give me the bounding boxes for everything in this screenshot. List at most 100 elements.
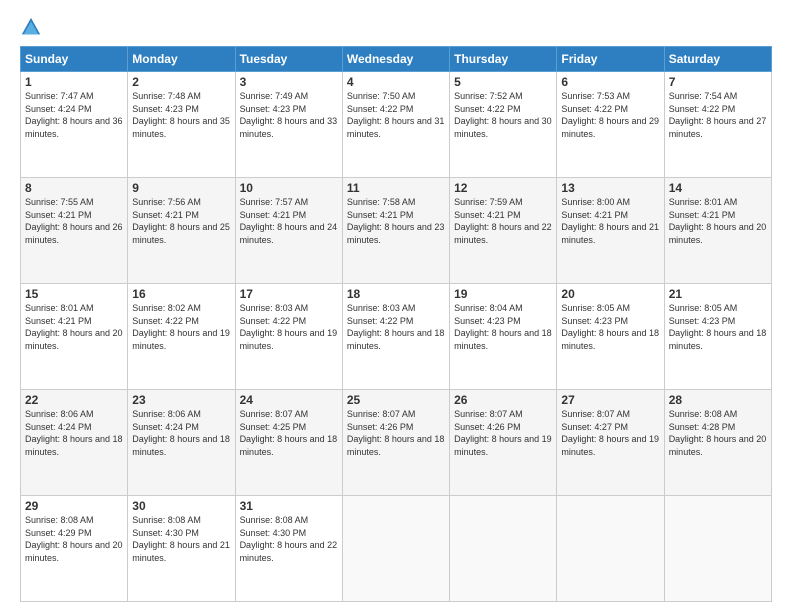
day-info: Sunrise: 7:49 AMSunset: 4:23 PMDaylight:… [240, 91, 338, 139]
calendar-cell: 14 Sunrise: 8:01 AMSunset: 4:21 PMDayligh… [664, 178, 771, 284]
day-info: Sunrise: 7:57 AMSunset: 4:21 PMDaylight:… [240, 197, 338, 245]
calendar-cell: 22 Sunrise: 8:06 AMSunset: 4:24 PMDayligh… [21, 390, 128, 496]
day-info: Sunrise: 8:08 AMSunset: 4:29 PMDaylight:… [25, 515, 123, 563]
day-number: 9 [132, 181, 230, 195]
day-number: 29 [25, 499, 123, 513]
calendar-header: SundayMondayTuesdayWednesdayThursdayFrid… [21, 47, 772, 72]
day-info: Sunrise: 8:01 AMSunset: 4:21 PMDaylight:… [25, 303, 123, 351]
day-number: 28 [669, 393, 767, 407]
calendar-cell: 18 Sunrise: 8:03 AMSunset: 4:22 PMDayligh… [342, 284, 449, 390]
day-info: Sunrise: 8:08 AMSunset: 4:30 PMDaylight:… [240, 515, 338, 563]
calendar-week-3: 15 Sunrise: 8:01 AMSunset: 4:21 PMDayligh… [21, 284, 772, 390]
weekday-header-sunday: Sunday [21, 47, 128, 72]
day-info: Sunrise: 8:03 AMSunset: 4:22 PMDaylight:… [347, 303, 445, 351]
day-number: 16 [132, 287, 230, 301]
header [20, 16, 772, 38]
calendar-week-5: 29 Sunrise: 8:08 AMSunset: 4:29 PMDayligh… [21, 496, 772, 602]
calendar-cell: 16 Sunrise: 8:02 AMSunset: 4:22 PMDayligh… [128, 284, 235, 390]
calendar-cell: 23 Sunrise: 8:06 AMSunset: 4:24 PMDayligh… [128, 390, 235, 496]
day-info: Sunrise: 7:56 AMSunset: 4:21 PMDaylight:… [132, 197, 230, 245]
day-number: 1 [25, 75, 123, 89]
day-number: 5 [454, 75, 552, 89]
day-info: Sunrise: 8:03 AMSunset: 4:22 PMDaylight:… [240, 303, 338, 351]
day-info: Sunrise: 8:07 AMSunset: 4:27 PMDaylight:… [561, 409, 659, 457]
page: SundayMondayTuesdayWednesdayThursdayFrid… [0, 0, 792, 612]
calendar-cell: 2Sunrise: 7:48 AMSunset: 4:23 PMDaylight… [128, 72, 235, 178]
calendar-body: 1 Sunrise: 7:47 AMSunset: 4:24 PMDaylight… [21, 72, 772, 602]
day-number: 22 [25, 393, 123, 407]
day-number: 27 [561, 393, 659, 407]
day-number: 21 [669, 287, 767, 301]
calendar-cell [450, 496, 557, 602]
calendar-cell: 31 Sunrise: 8:08 AMSunset: 4:30 PMDayligh… [235, 496, 342, 602]
day-number: 19 [454, 287, 552, 301]
day-number: 20 [561, 287, 659, 301]
calendar-cell: 4Sunrise: 7:50 AMSunset: 4:22 PMDaylight… [342, 72, 449, 178]
day-number: 7 [669, 75, 767, 89]
day-number: 15 [25, 287, 123, 301]
calendar-cell: 28 Sunrise: 8:08 AMSunset: 4:28 PMDayligh… [664, 390, 771, 496]
day-number: 3 [240, 75, 338, 89]
day-number: 14 [669, 181, 767, 195]
day-info: Sunrise: 7:58 AMSunset: 4:21 PMDaylight:… [347, 197, 445, 245]
calendar-cell: 5 Sunrise: 7:52 AMSunset: 4:22 PMDaylight… [450, 72, 557, 178]
calendar-cell: 1 Sunrise: 7:47 AMSunset: 4:24 PMDaylight… [21, 72, 128, 178]
calendar-cell: 17 Sunrise: 8:03 AMSunset: 4:22 PMDayligh… [235, 284, 342, 390]
day-info: Sunrise: 8:07 AMSunset: 4:25 PMDaylight:… [240, 409, 338, 457]
day-info: Sunrise: 7:55 AMSunset: 4:21 PMDaylight:… [25, 197, 123, 245]
calendar-week-4: 22 Sunrise: 8:06 AMSunset: 4:24 PMDayligh… [21, 390, 772, 496]
weekday-header-wednesday: Wednesday [342, 47, 449, 72]
day-number: 17 [240, 287, 338, 301]
day-info: Sunrise: 8:02 AMSunset: 4:22 PMDaylight:… [132, 303, 230, 351]
logo [20, 16, 46, 38]
day-info: Sunrise: 8:06 AMSunset: 4:24 PMDaylight:… [132, 409, 230, 457]
day-info: Sunrise: 7:53 AMSunset: 4:22 PMDaylight:… [561, 91, 659, 139]
calendar-cell: 10Sunrise: 7:57 AMSunset: 4:21 PMDayligh… [235, 178, 342, 284]
day-info: Sunrise: 8:07 AMSunset: 4:26 PMDaylight:… [454, 409, 552, 457]
weekday-header-tuesday: Tuesday [235, 47, 342, 72]
day-info: Sunrise: 7:54 AMSunset: 4:22 PMDaylight:… [669, 91, 767, 139]
calendar-cell [664, 496, 771, 602]
calendar-cell: 9 Sunrise: 7:56 AMSunset: 4:21 PMDaylight… [128, 178, 235, 284]
calendar-cell: 30 Sunrise: 8:08 AMSunset: 4:30 PMDayligh… [128, 496, 235, 602]
calendar-cell: 29 Sunrise: 8:08 AMSunset: 4:29 PMDayligh… [21, 496, 128, 602]
logo-icon [20, 16, 42, 38]
day-info: Sunrise: 7:47 AMSunset: 4:24 PMDaylight:… [25, 91, 123, 139]
day-info: Sunrise: 8:04 AMSunset: 4:23 PMDaylight:… [454, 303, 552, 351]
calendar-cell: 24Sunrise: 8:07 AMSunset: 4:25 PMDayligh… [235, 390, 342, 496]
day-number: 25 [347, 393, 445, 407]
day-info: Sunrise: 8:01 AMSunset: 4:21 PMDaylight:… [669, 197, 767, 245]
day-number: 30 [132, 499, 230, 513]
calendar-week-2: 8Sunrise: 7:55 AMSunset: 4:21 PMDaylight… [21, 178, 772, 284]
calendar-cell: 26 Sunrise: 8:07 AMSunset: 4:26 PMDayligh… [450, 390, 557, 496]
day-info: Sunrise: 8:08 AMSunset: 4:30 PMDaylight:… [132, 515, 230, 563]
calendar-cell: 21 Sunrise: 8:05 AMSunset: 4:23 PMDayligh… [664, 284, 771, 390]
calendar-table: SundayMondayTuesdayWednesdayThursdayFrid… [20, 46, 772, 602]
day-number: 31 [240, 499, 338, 513]
day-info: Sunrise: 8:05 AMSunset: 4:23 PMDaylight:… [669, 303, 767, 351]
day-info: Sunrise: 8:07 AMSunset: 4:26 PMDaylight:… [347, 409, 445, 457]
calendar-cell [557, 496, 664, 602]
calendar-cell: 15 Sunrise: 8:01 AMSunset: 4:21 PMDayligh… [21, 284, 128, 390]
calendar-cell: 13 Sunrise: 8:00 AMSunset: 4:21 PMDayligh… [557, 178, 664, 284]
day-number: 23 [132, 393, 230, 407]
day-number: 26 [454, 393, 552, 407]
calendar-cell: 11 Sunrise: 7:58 AMSunset: 4:21 PMDayligh… [342, 178, 449, 284]
day-info: Sunrise: 8:06 AMSunset: 4:24 PMDaylight:… [25, 409, 123, 457]
day-info: Sunrise: 7:50 AMSunset: 4:22 PMDaylight:… [347, 91, 445, 139]
day-info: Sunrise: 7:59 AMSunset: 4:21 PMDaylight:… [454, 197, 552, 245]
day-info: Sunrise: 8:00 AMSunset: 4:21 PMDaylight:… [561, 197, 659, 245]
calendar-cell: 19 Sunrise: 8:04 AMSunset: 4:23 PMDayligh… [450, 284, 557, 390]
weekday-header-monday: Monday [128, 47, 235, 72]
calendar-cell: 27 Sunrise: 8:07 AMSunset: 4:27 PMDayligh… [557, 390, 664, 496]
calendar-cell: 8Sunrise: 7:55 AMSunset: 4:21 PMDaylight… [21, 178, 128, 284]
day-info: Sunrise: 7:52 AMSunset: 4:22 PMDaylight:… [454, 91, 552, 139]
calendar-cell: 25 Sunrise: 8:07 AMSunset: 4:26 PMDayligh… [342, 390, 449, 496]
weekday-header-friday: Friday [557, 47, 664, 72]
day-info: Sunrise: 7:48 AMSunset: 4:23 PMDaylight:… [132, 91, 230, 139]
day-info: Sunrise: 8:08 AMSunset: 4:28 PMDaylight:… [669, 409, 767, 457]
day-number: 18 [347, 287, 445, 301]
weekday-row: SundayMondayTuesdayWednesdayThursdayFrid… [21, 47, 772, 72]
day-number: 11 [347, 181, 445, 195]
day-number: 13 [561, 181, 659, 195]
